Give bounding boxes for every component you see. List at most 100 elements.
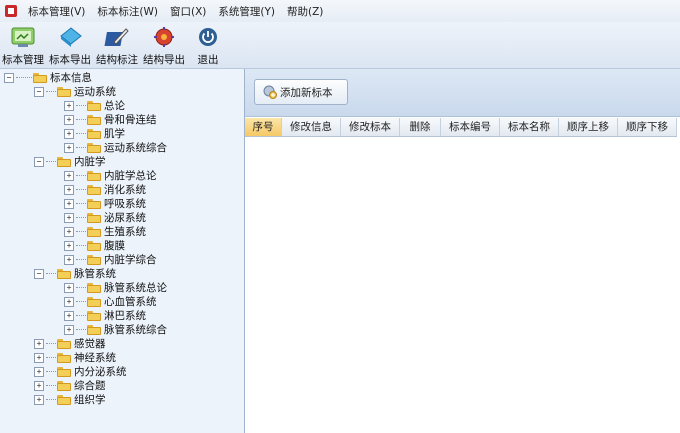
power-icon	[194, 24, 222, 50]
menu-specimen-manage[interactable]: 标本管理(V)	[22, 4, 91, 19]
tree-group[interactable]: + 综合题	[34, 379, 106, 392]
expand-toggle[interactable]: +	[64, 212, 74, 223]
folder-icon	[87, 226, 101, 237]
expand-toggle[interactable]: +	[64, 240, 74, 251]
exit-button[interactable]: 退出	[192, 22, 224, 67]
add-specimen-icon	[263, 85, 277, 99]
folder-icon	[57, 86, 71, 97]
column-header-delete[interactable]: 删除	[400, 118, 441, 136]
menu-specimen-annotate[interactable]: 标本标注(W)	[91, 4, 164, 19]
specimen-manage-label: 标本管理	[2, 54, 44, 66]
structure-annotate-label: 结构标注	[96, 54, 138, 66]
column-header-edit-specimen[interactable]: 修改标本	[341, 118, 400, 136]
folder-open-icon	[33, 72, 47, 83]
expand-toggle[interactable]: +	[64, 100, 74, 111]
collapse-toggle[interactable]: −	[34, 156, 44, 167]
folder-icon	[87, 184, 101, 195]
folder-icon	[87, 310, 101, 321]
column-header-specimen-id[interactable]: 标本编号	[441, 118, 500, 136]
folder-icon	[87, 198, 101, 209]
specimen-manage-icon	[9, 24, 37, 50]
tree-leaf[interactable]: + 总论	[64, 99, 125, 112]
tree-leaf[interactable]: + 运动系统综合	[64, 141, 167, 154]
specimen-export-button[interactable]: 标本导出	[47, 22, 93, 67]
tree-leaf[interactable]: + 消化系统	[64, 183, 146, 196]
expand-toggle[interactable]: +	[64, 128, 74, 139]
tree-leaf[interactable]: + 腹膜	[64, 239, 125, 252]
tree-group[interactable]: − 脉管系统	[34, 267, 116, 280]
specimen-tree[interactable]: − 标本信息 − 运动系统 + 总论 + 骨和骨连结 + 肌学 + 运动系统综合…	[0, 69, 245, 433]
expand-toggle[interactable]: +	[64, 114, 74, 125]
menu-bar: 标本管理(V) 标本标注(W) 窗口(X) 系统管理(Y) 帮助(Z)	[0, 0, 680, 23]
tree-leaf[interactable]: + 泌尿系统	[64, 211, 146, 224]
menu-system-manage[interactable]: 系统管理(Y)	[212, 4, 281, 19]
structure-export-button[interactable]: 结构导出	[141, 22, 187, 67]
structure-export-icon	[150, 24, 178, 50]
tree-root[interactable]: − 标本信息	[4, 71, 92, 84]
tree-leaf[interactable]: + 骨和骨连结	[64, 113, 157, 126]
expand-toggle[interactable]: +	[64, 226, 74, 237]
tree-leaf[interactable]: + 淋巴系统	[64, 309, 146, 322]
folder-icon	[57, 394, 71, 405]
expand-toggle[interactable]: +	[34, 380, 44, 391]
expand-toggle[interactable]: +	[64, 170, 74, 181]
specimen-list-panel: 添加新标本 序号 修改信息 修改标本 删除 标本编号 标本名称 顺序上移 顺序下…	[245, 69, 680, 433]
folder-icon	[87, 212, 101, 223]
tree-group[interactable]: − 内脏学	[34, 155, 106, 168]
tree-leaf[interactable]: + 心血管系统	[64, 295, 157, 308]
menu-window[interactable]: 窗口(X)	[164, 4, 212, 19]
specimen-manage-button[interactable]: 标本管理	[0, 22, 46, 67]
tree-leaf[interactable]: + 脉管系统综合	[64, 323, 167, 336]
column-header-index[interactable]: 序号	[245, 118, 282, 136]
expand-toggle[interactable]: +	[64, 296, 74, 307]
collapse-toggle[interactable]: −	[34, 268, 44, 279]
expand-toggle[interactable]: +	[64, 282, 74, 293]
tree-leaf[interactable]: + 内脏学综合	[64, 253, 157, 266]
collapse-toggle[interactable]: −	[4, 72, 14, 83]
expand-toggle[interactable]: +	[34, 394, 44, 405]
folder-icon	[87, 282, 101, 293]
app-logo-icon	[4, 4, 18, 18]
folder-icon	[87, 296, 101, 307]
expand-toggle[interactable]: +	[64, 198, 74, 209]
add-specimen-button[interactable]: 添加新标本	[254, 79, 348, 105]
folder-icon	[87, 128, 101, 139]
collapse-toggle[interactable]: −	[34, 86, 44, 97]
folder-icon	[87, 114, 101, 125]
tree-leaf[interactable]: + 脉管系统总论	[64, 281, 167, 294]
menu-help[interactable]: 帮助(Z)	[281, 4, 329, 19]
app-window: 标本管理(V) 标本标注(W) 窗口(X) 系统管理(Y) 帮助(Z) 标本管理	[0, 0, 680, 433]
structure-annotate-button[interactable]: 结构标注	[94, 22, 140, 67]
column-header-move-down[interactable]: 顺序下移	[618, 118, 677, 136]
tree-group[interactable]: + 神经系统	[34, 351, 116, 364]
tree-group[interactable]: + 感觉器	[34, 337, 106, 350]
column-header-specimen-name[interactable]: 标本名称	[500, 118, 559, 136]
column-header-move-up[interactable]: 顺序上移	[559, 118, 618, 136]
expand-toggle[interactable]: +	[64, 310, 74, 321]
expand-toggle[interactable]: +	[64, 254, 74, 265]
expand-toggle[interactable]: +	[34, 366, 44, 377]
tree-leaf[interactable]: + 呼吸系统	[64, 197, 146, 210]
specimen-export-icon	[56, 24, 84, 50]
specimen-export-label: 标本导出	[49, 54, 91, 66]
expand-toggle[interactable]: +	[34, 338, 44, 349]
tree-leaf[interactable]: + 肌学	[64, 127, 125, 140]
tree-leaf[interactable]: + 内脏学总论	[64, 169, 157, 182]
content-toolbar: 添加新标本	[245, 69, 680, 117]
expand-toggle[interactable]: +	[34, 352, 44, 363]
tree-group[interactable]: − 运动系统	[34, 85, 116, 98]
expand-toggle[interactable]: +	[64, 184, 74, 195]
folder-icon	[87, 324, 101, 335]
tree-group[interactable]: + 组织学	[34, 393, 106, 406]
folder-icon	[57, 338, 71, 349]
folder-icon	[87, 240, 101, 251]
folder-icon	[57, 352, 71, 363]
expand-toggle[interactable]: +	[64, 324, 74, 335]
tree-leaf[interactable]: + 生殖系统	[64, 225, 146, 238]
column-header-edit-info[interactable]: 修改信息	[282, 118, 341, 136]
main-toolbar: 标本管理 标本导出 结构标注 结构导出 退出	[0, 22, 680, 69]
folder-icon	[87, 142, 101, 153]
structure-annotate-icon	[103, 24, 131, 50]
expand-toggle[interactable]: +	[64, 142, 74, 153]
tree-group[interactable]: + 内分泌系统	[34, 365, 127, 378]
